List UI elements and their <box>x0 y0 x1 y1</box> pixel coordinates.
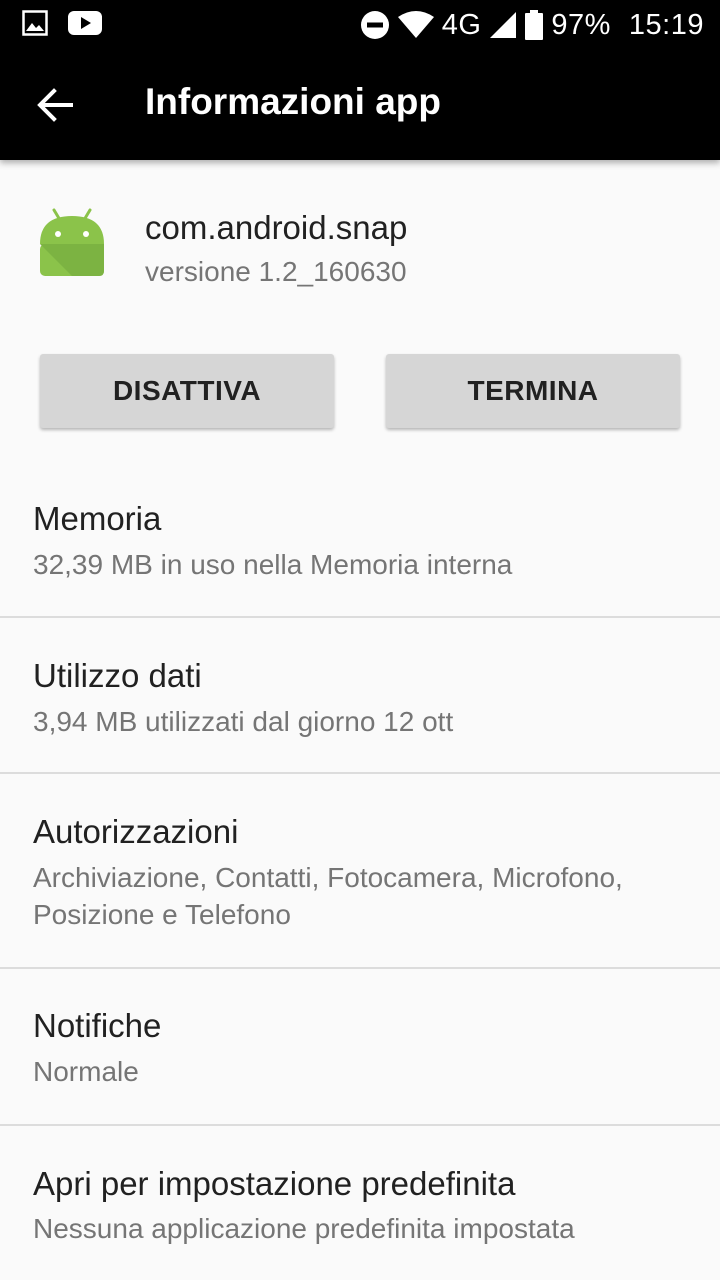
app-version: versione 1.2_160630 <box>145 256 407 287</box>
list-item-data-usage[interactable]: Utilizzo dati 3,94 MB utilizzati dal gio… <box>0 618 720 773</box>
list-item-storage[interactable]: Memoria 32,39 MB in uso nella Memoria in… <box>0 470 720 617</box>
data-usage-summary: 3,94 MB utilizzati dal giorno 12 ott <box>33 706 454 737</box>
back-arrow-icon <box>37 88 73 122</box>
open-by-default-title: Apri per impostazione predefinita <box>33 1165 516 1202</box>
list-item-permissions[interactable]: Autorizzazioni Archiviazione, Contatti, … <box>0 774 720 968</box>
notifications-title: Notifiche <box>33 1007 162 1044</box>
signal-icon <box>490 12 517 38</box>
status-bar: 4G 97% 15:19 <box>0 0 720 50</box>
clock: 15:19 <box>628 8 704 41</box>
wifi-icon <box>397 11 434 38</box>
list-item-notifications[interactable]: Notifiche Normale <box>0 969 720 1125</box>
status-system-icons: 4G 97% 15:19 <box>360 6 704 44</box>
page-title: Informazioni app <box>145 81 441 122</box>
notifications-summary: Normale <box>33 1056 139 1087</box>
permissions-summary: Archiviazione, Contatti, Fotocamera, Mic… <box>33 862 623 930</box>
app-package-name: com.android.snap <box>145 209 408 246</box>
disable-button[interactable]: DISATTIVA <box>40 354 334 428</box>
back-button[interactable] <box>30 80 80 130</box>
android-app-icon <box>40 208 104 276</box>
do-not-disturb-icon <box>360 11 389 39</box>
gallery-notification-icon <box>22 10 48 36</box>
network-type: 4G <box>441 8 482 41</box>
force-stop-button[interactable]: TERMINA <box>386 354 680 428</box>
list-item-open-by-default[interactable]: Apri per impostazione predefinita Nessun… <box>0 1126 720 1280</box>
app-bar: Informazioni app <box>0 50 720 160</box>
permissions-title: Autorizzazioni <box>33 813 239 850</box>
youtube-notification-icon <box>68 11 102 35</box>
battery-percent: 97% <box>551 8 611 41</box>
open-by-default-summary: Nessuna applicazione predefinita imposta… <box>33 1213 575 1244</box>
storage-title: Memoria <box>33 500 162 537</box>
storage-summary: 32,39 MB in uso nella Memoria interna <box>33 549 513 580</box>
status-notifications <box>22 10 102 36</box>
data-usage-title: Utilizzo dati <box>33 657 202 694</box>
battery-icon <box>525 10 544 40</box>
